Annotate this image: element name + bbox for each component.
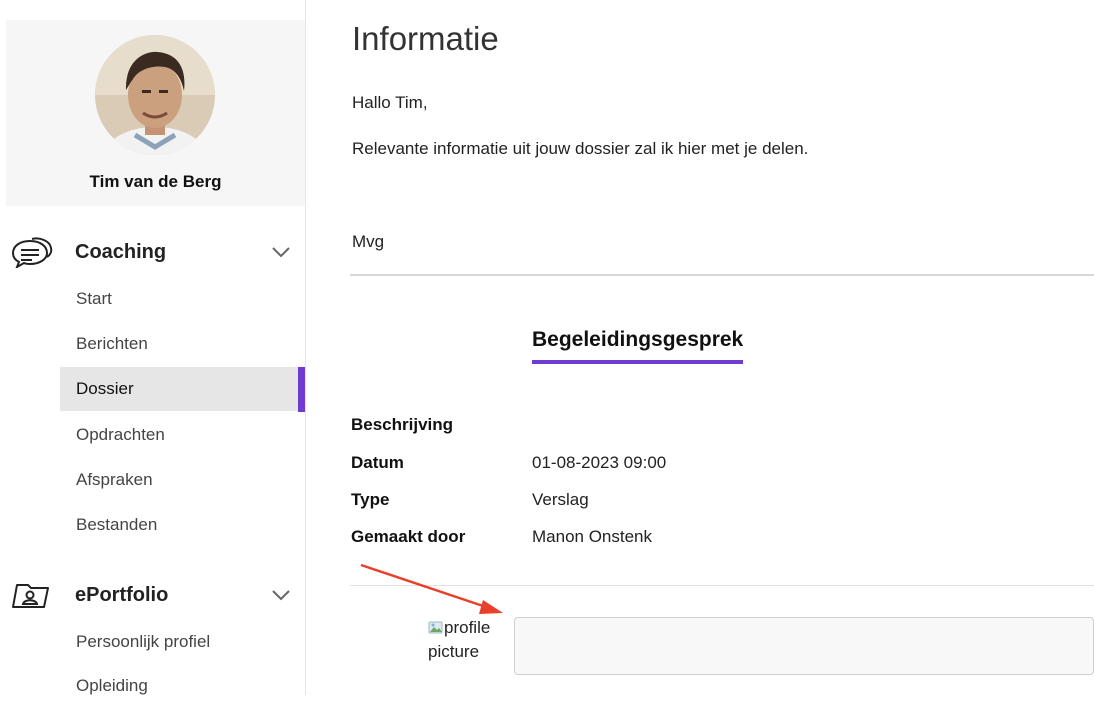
- sidebar: Tim van de Berg Coaching Start Berichten…: [0, 0, 305, 695]
- profile-card: Tim van de Berg: [6, 20, 305, 206]
- sidebar-item-opleiding[interactable]: Opleiding: [60, 664, 300, 708]
- page-title: Informatie: [352, 20, 499, 57]
- sidebar-item-berichten[interactable]: Berichten: [60, 322, 300, 366]
- divider: [350, 274, 1094, 276]
- field-label-beschrijving: Beschrijving: [351, 415, 454, 434]
- sidebar-item-opdrachten[interactable]: Opdrachten: [60, 413, 300, 457]
- section-coaching[interactable]: Coaching: [0, 232, 305, 272]
- avatar[interactable]: [95, 35, 215, 155]
- section-label: Coaching: [75, 241, 167, 263]
- signoff-text: Mvg: [352, 232, 385, 251]
- sidebar-item-persoonlijk-profiel[interactable]: Persoonlijk profiel: [60, 620, 300, 664]
- avatar-alt-text-2: picture: [428, 642, 480, 661]
- sidebar-item-label: Dossier: [76, 379, 134, 398]
- comment-textarea[interactable]: [514, 617, 1094, 675]
- sidebar-item-label: Berichten: [76, 334, 148, 353]
- field-value-datum: 01-08-2023 09:00: [532, 453, 667, 472]
- field-label-datum: Datum: [351, 453, 404, 472]
- sidebar-item-label: Opleiding: [76, 676, 148, 695]
- sidebar-item-afspraken[interactable]: Afspraken: [60, 458, 300, 502]
- field-label-gemaakt-door: Gemaakt door: [351, 527, 466, 546]
- section-label: ePortfolio: [75, 584, 169, 606]
- sidebar-item-label: Start: [76, 289, 112, 308]
- id-card-folder-icon: [10, 579, 54, 611]
- greeting-text: Hallo Tim,: [352, 93, 428, 112]
- sidebar-item-dossier[interactable]: Dossier: [60, 367, 300, 411]
- chevron-down-icon[interactable]: [270, 244, 292, 260]
- intro-text: Relevante informatie uit jouw dossier za…: [352, 139, 809, 158]
- comment-avatar-broken-image: profile picture: [428, 616, 512, 672]
- active-indicator: [298, 367, 305, 412]
- profile-name: Tim van de Berg: [89, 172, 222, 191]
- field-label-type: Type: [351, 490, 390, 509]
- field-value-type: Verslag: [532, 490, 589, 509]
- sidebar-item-bestanden[interactable]: Bestanden: [60, 503, 300, 547]
- chevron-down-icon[interactable]: [270, 587, 292, 603]
- sidebar-item-label: Opdrachten: [76, 425, 165, 444]
- sidebar-item-label: Afspraken: [76, 470, 153, 489]
- avatar-alt-text-1: profile: [444, 618, 491, 637]
- sidebar-item-start[interactable]: Start: [60, 277, 300, 321]
- broken-image-icon: [428, 618, 444, 634]
- record-title: Begeleidingsgesprek: [532, 328, 744, 364]
- field-value-gemaakt-door: Manon Onstenk: [532, 527, 653, 546]
- sidebar-item-label: Persoonlijk profiel: [76, 632, 211, 651]
- sidebar-item-label: Bestanden: [76, 515, 158, 534]
- section-eportfolio[interactable]: ePortfolio: [0, 575, 305, 615]
- annotation-arrow-icon: [360, 563, 503, 614]
- chat-bubbles-icon: [10, 236, 54, 270]
- sidebar-divider: [305, 0, 306, 695]
